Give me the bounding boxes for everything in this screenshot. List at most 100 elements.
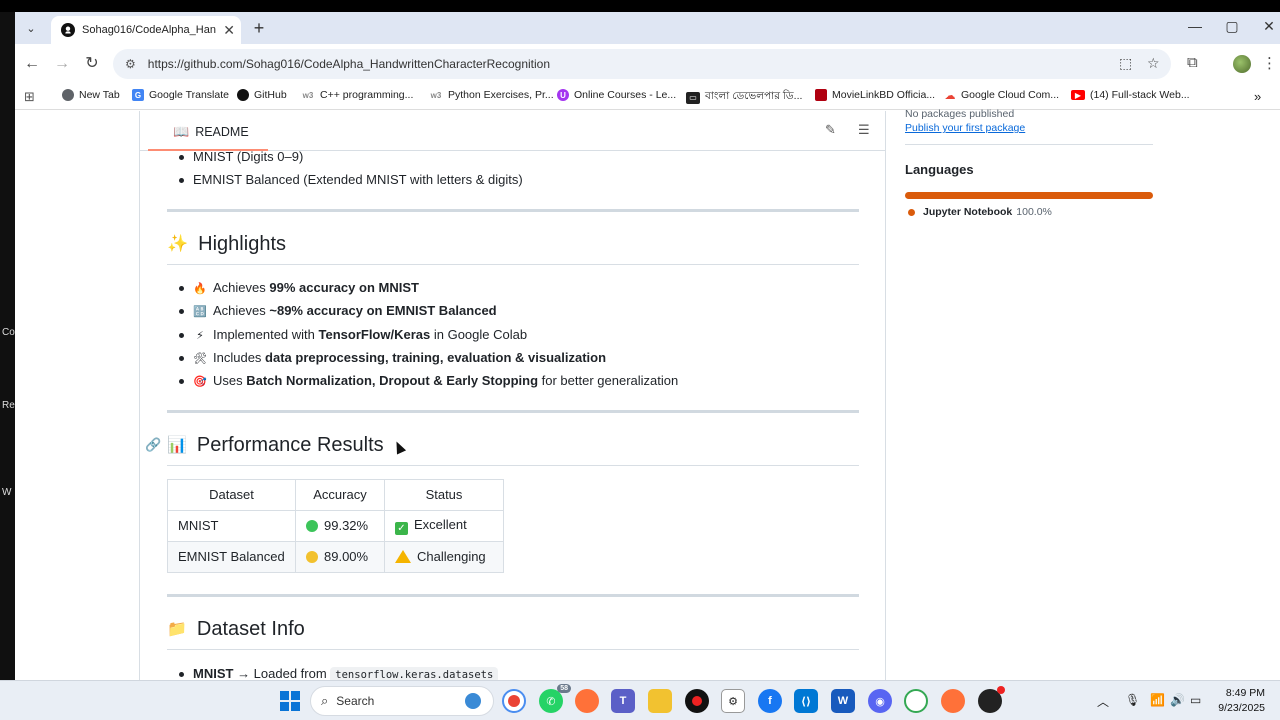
readme-tab[interactable]: 📖 README xyxy=(173,124,249,140)
volume-icon[interactable]: 🔊 xyxy=(1170,693,1185,707)
udemy-icon: U xyxy=(557,89,569,101)
firefox-app-icon[interactable] xyxy=(575,689,599,713)
language-item[interactable]: Jupyter Notebook 100.0% xyxy=(905,206,1155,218)
bookmark-item[interactable]: New Tab xyxy=(62,89,120,101)
dataset-info-title: Dataset Info xyxy=(196,617,305,640)
bd-icon: ▭ xyxy=(686,91,700,104)
system-clock[interactable]: 8:49 PM 9/23/2025 xyxy=(1205,686,1265,716)
book-icon: 📖 xyxy=(173,124,190,139)
bookmark-item[interactable]: U Online Courses - Le... xyxy=(557,89,676,101)
reload-button[interactable]: ↻ xyxy=(81,54,103,74)
github-desktop-icon[interactable] xyxy=(978,686,1005,713)
maximize-button[interactable]: ▢ xyxy=(1222,18,1242,35)
bookmark-item[interactable]: G Google Translate xyxy=(132,89,229,101)
bold-text: 99% accuracy on MNIST xyxy=(269,279,419,295)
facebook-app-icon[interactable]: f xyxy=(758,689,782,713)
bookmark-label: Google Translate xyxy=(149,89,229,101)
extensions-icon[interactable]: ⧉ xyxy=(1187,54,1198,71)
close-tab-icon[interactable]: ✕ xyxy=(223,22,235,39)
bookmark-item[interactable]: w3 Python Exercises, Pr... xyxy=(429,89,554,101)
edit-pencil-icon[interactable]: ✎ xyxy=(825,122,836,138)
forward-button[interactable]: → xyxy=(51,54,73,74)
green-circle-icon xyxy=(306,520,318,533)
whatsapp-app-icon[interactable]: ✆ 58 xyxy=(539,684,571,713)
tab-title: Sohag016/CodeAlpha_Handwri xyxy=(82,24,216,36)
notification-badge: 58 xyxy=(557,684,571,693)
bookmark-item[interactable]: w3 C++ programming... xyxy=(301,89,413,101)
anchor-link-icon[interactable]: 🔗 xyxy=(145,437,161,453)
list-item: MNIST → Loaded from tensorflow.keras.dat… xyxy=(167,662,859,680)
bold-text: Batch Normalization, Dropout & Early Sto… xyxy=(246,373,539,389)
bold-text: ~89% accuracy on EMNIST Balanced xyxy=(269,303,497,319)
warning-icon xyxy=(395,550,411,564)
clock-time: 8:49 PM xyxy=(1225,687,1265,699)
text: Achieves xyxy=(213,279,270,295)
list-item: MNIST (Digits 0–9) xyxy=(167,145,859,168)
back-button[interactable]: ← xyxy=(21,54,43,74)
start-windows-icon[interactable] xyxy=(278,689,302,713)
publish-package-link[interactable]: Publish your first package xyxy=(905,122,1155,134)
site-info-icon[interactable]: ⚙ xyxy=(125,57,136,71)
target-icon: 🎯 xyxy=(193,376,207,389)
performance-title: Performance Results xyxy=(196,433,384,456)
taskbar-search[interactable]: ⌕ Search xyxy=(310,686,494,716)
minimize-button[interactable]: — xyxy=(1185,18,1205,34)
file-explorer-icon[interactable] xyxy=(648,689,672,713)
readme-body: MNIST (Digits 0–9) EMNIST Balanced (Exte… xyxy=(145,149,859,680)
discord-app-icon[interactable]: ◉ xyxy=(868,689,892,713)
tab-github[interactable]: Sohag016/CodeAlpha_Handwri ✕ xyxy=(51,16,241,44)
clock-date: 9/23/2025 xyxy=(1218,702,1265,714)
profile-avatar[interactable] xyxy=(1233,55,1251,73)
dataset-info-list: MNIST → Loaded from tensorflow.keras.dat… xyxy=(167,662,859,680)
microphone-icon[interactable]: 🎙 xyxy=(1125,693,1140,707)
more-bookmarks-icon[interactable]: » xyxy=(1254,89,1261,104)
firefox-dev-app-icon[interactable] xyxy=(941,689,965,713)
bookmark-star-icon[interactable]: ☆ xyxy=(1147,55,1160,72)
bookmark-item[interactable]: ▶ (14) Full-stack Web... xyxy=(1071,89,1190,101)
recorder-app-icon[interactable] xyxy=(685,689,709,713)
bookmark-label: C++ programming... xyxy=(320,89,414,101)
tab-search-button[interactable]: ⌄ xyxy=(21,18,41,38)
globe-icon xyxy=(62,89,74,101)
gcloud-icon: ☁ xyxy=(944,89,956,102)
bookmark-label: MovieLinkBD Officia... xyxy=(832,89,936,101)
bookmark-label: (14) Full-stack Web... xyxy=(1090,89,1190,101)
word-app-icon[interactable]: W xyxy=(831,689,855,713)
chrome-profile-app-icon[interactable] xyxy=(904,689,928,713)
translate-icon: G xyxy=(132,89,144,101)
bookmark-item[interactable]: GitHub xyxy=(237,89,287,101)
bookmark-label: GitHub xyxy=(254,89,287,101)
language-bar xyxy=(905,192,1153,199)
w3-icon: w3 xyxy=(301,89,315,101)
wifi-icon[interactable]: 📶 xyxy=(1150,693,1165,707)
bookmark-label: Google Cloud Com... xyxy=(961,89,1060,101)
list-item: 🎯 Uses Batch Normalization, Dropout & Ear… xyxy=(167,369,859,392)
close-window-button[interactable]: ✕ xyxy=(1259,18,1279,35)
tab-bar: ⌄ Sohag016/CodeAlpha_Handwri ✕ + — ▢ ✕ xyxy=(15,12,1280,44)
text: Uses xyxy=(213,373,247,389)
code-snippet: tensorflow.keras.datasets xyxy=(330,666,499,680)
column-header: Accuracy xyxy=(295,478,385,511)
dataset-cell: EMNIST Balanced xyxy=(167,540,296,573)
bookmark-item[interactable]: ☁ Google Cloud Com... xyxy=(944,89,1060,102)
chrome-app-icon[interactable] xyxy=(502,689,526,713)
browser-toolbar: ← → ↻ ⚙ https://github.com/Sohag016/Code… xyxy=(15,44,1280,84)
chevron-up-icon[interactable]: ︿ xyxy=(1097,693,1109,710)
chatgpt-app-icon[interactable]: ⚙ xyxy=(721,689,745,713)
outline-list-icon[interactable]: ☰ xyxy=(858,122,870,138)
readme-panel: 📖 README ✎ ☰ MNIST (Digits 0–9) EMNIST B… xyxy=(140,111,886,680)
bookmark-item[interactable]: ▭ বাংলা ডেভেলপার ডি... xyxy=(686,89,802,106)
install-app-icon[interactable]: ⬚ xyxy=(1119,55,1132,72)
apps-grid-icon[interactable]: ⊞ xyxy=(24,89,35,105)
address-bar[interactable]: ⚙ https://github.com/Sohag016/CodeAlpha_… xyxy=(113,49,1171,79)
menu-icon[interactable]: ⋮ xyxy=(1262,54,1277,72)
teams-app-icon[interactable]: T xyxy=(611,689,635,713)
vscode-app-icon[interactable]: ⟨⟩ xyxy=(794,689,818,713)
status-text: Excellent xyxy=(414,516,467,532)
bookmark-item[interactable]: MovieLinkBD Officia... xyxy=(815,89,935,101)
table-row: MNIST 99.32% ✓ Excellent xyxy=(167,509,504,542)
text: Achieves xyxy=(213,303,270,319)
status-cell: Challenging xyxy=(384,540,504,573)
battery-icon[interactable]: ▭ xyxy=(1190,693,1201,707)
new-tab-button[interactable]: + xyxy=(249,18,269,39)
